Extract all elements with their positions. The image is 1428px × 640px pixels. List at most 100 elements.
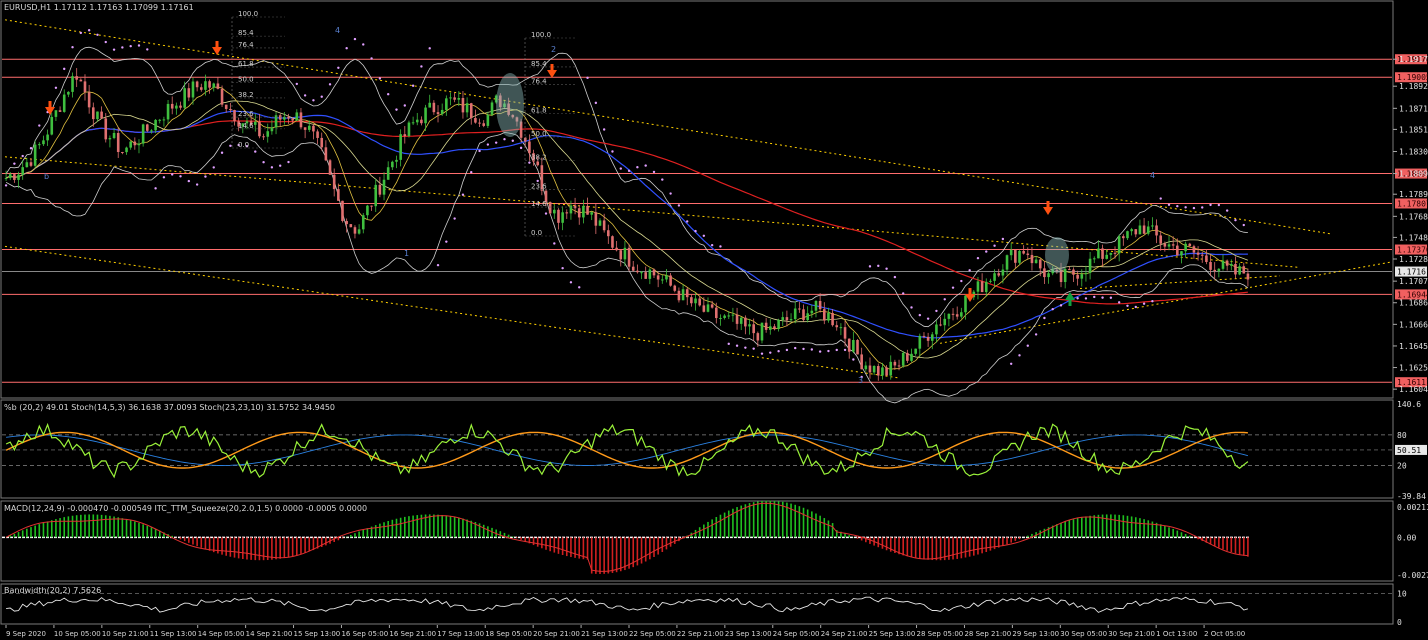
candle-body xyxy=(191,81,195,98)
sar-dot xyxy=(935,309,938,313)
candle-body xyxy=(399,134,402,160)
candle-body xyxy=(1047,273,1050,278)
candle-body xyxy=(897,365,901,367)
fib-level-label: 23.6 xyxy=(238,110,254,118)
sar-dot xyxy=(827,349,830,353)
candle-body xyxy=(1009,249,1013,256)
candle-body xyxy=(129,141,132,148)
fib-level-label: 61.8 xyxy=(238,60,254,68)
candle-body xyxy=(611,236,614,248)
candle-body xyxy=(1113,252,1117,254)
candle-body xyxy=(469,103,473,119)
sar-dot xyxy=(893,275,897,279)
candle-body xyxy=(183,88,186,108)
sar-dot xyxy=(353,37,357,41)
sar-dot xyxy=(1059,304,1063,307)
sar-dot xyxy=(1009,362,1013,366)
price-tick-label: 1.16250 xyxy=(1399,364,1428,373)
candle-body xyxy=(1130,229,1133,232)
sar-dot xyxy=(212,166,215,169)
sar-dot xyxy=(1151,300,1154,303)
stoch-tick-label: 20 xyxy=(1397,461,1407,470)
fib-level-label: 85.4 xyxy=(238,29,254,37)
time-tick-label: 22 Sep 05:00 xyxy=(629,630,676,638)
time-tick-label: 29 Sep 13:00 xyxy=(1012,630,1059,638)
candle-body xyxy=(993,273,996,281)
sar-dot xyxy=(1026,344,1029,347)
sar-dot xyxy=(636,165,639,169)
candle-body xyxy=(137,143,141,146)
candle-body xyxy=(83,81,87,93)
candle-body xyxy=(1126,231,1129,239)
candle-body xyxy=(1238,266,1241,275)
fib-level-label: 85.4 xyxy=(531,60,547,68)
time-tick-label: 21 Sep 13:00 xyxy=(581,630,628,638)
sar-dot xyxy=(951,286,955,289)
candle-body xyxy=(415,119,419,123)
candle-body xyxy=(1188,243,1192,247)
chart-root: 1.191761.190051.180911.178071.173701.169… xyxy=(0,0,1428,640)
candle-body xyxy=(827,312,830,321)
candle-body xyxy=(723,315,726,318)
candle-body xyxy=(694,298,697,304)
candle-body xyxy=(640,272,643,274)
sar-dot xyxy=(611,150,614,153)
sar-dot xyxy=(1167,203,1171,206)
sar-dot xyxy=(544,212,548,215)
candle-body xyxy=(378,184,382,195)
sar-dot xyxy=(901,292,905,295)
macd-tick-label: 0.00 xyxy=(1397,533,1416,542)
candle-body xyxy=(731,314,735,316)
sar-dot xyxy=(1242,223,1245,227)
candle-body xyxy=(482,123,486,126)
sar-dot xyxy=(644,164,647,167)
candle-body xyxy=(465,103,469,113)
sar-dot xyxy=(1201,206,1204,209)
candle-body xyxy=(615,247,618,251)
candle-body xyxy=(577,208,581,218)
highlight-ellipse xyxy=(496,73,524,137)
sar-dot xyxy=(561,266,564,270)
time-tick-label: 15 Sep 13:00 xyxy=(294,630,341,638)
sar-dot xyxy=(1184,206,1187,209)
candle-body xyxy=(162,119,166,121)
sar-dot xyxy=(669,192,672,195)
candle-body xyxy=(449,97,452,99)
candle-body xyxy=(21,167,24,175)
candle-body xyxy=(1018,250,1021,263)
sar-dot xyxy=(503,138,506,141)
sar-dot xyxy=(79,31,83,35)
fib-level-label: 23.6 xyxy=(531,182,547,190)
time-tick-label: 18 Sep 05:00 xyxy=(485,630,532,638)
sar-dot xyxy=(1117,301,1121,304)
candle-body xyxy=(445,98,448,110)
candle-body xyxy=(8,174,12,179)
fib-level-label: 0.0 xyxy=(531,229,542,237)
sar-dot xyxy=(727,342,730,346)
candle-body xyxy=(100,111,103,119)
candle-body xyxy=(1068,269,1071,271)
candle-body xyxy=(602,220,606,231)
candle-body xyxy=(1043,268,1046,278)
candle-body xyxy=(13,174,16,180)
sar-dot xyxy=(1142,302,1146,305)
candle-body xyxy=(951,313,955,315)
candle-body xyxy=(648,269,652,279)
sar-dot xyxy=(619,167,622,170)
sar-dot xyxy=(1051,307,1054,311)
sar-dot xyxy=(760,352,764,355)
candle-body xyxy=(175,105,178,109)
candle-body xyxy=(681,289,685,301)
sar-dot xyxy=(1159,197,1162,200)
sar-dot xyxy=(1034,333,1038,336)
sar-dot xyxy=(220,151,224,154)
candle-body xyxy=(420,119,423,124)
candle-body xyxy=(407,122,411,137)
sar-dot xyxy=(710,243,714,247)
sar-dot xyxy=(295,82,299,86)
wave-label: 2 xyxy=(551,45,556,54)
candle-body xyxy=(67,91,70,95)
price-tick-label: 1.19176 xyxy=(1399,55,1428,64)
candle-body xyxy=(1134,229,1138,235)
candle-body xyxy=(1225,260,1229,266)
